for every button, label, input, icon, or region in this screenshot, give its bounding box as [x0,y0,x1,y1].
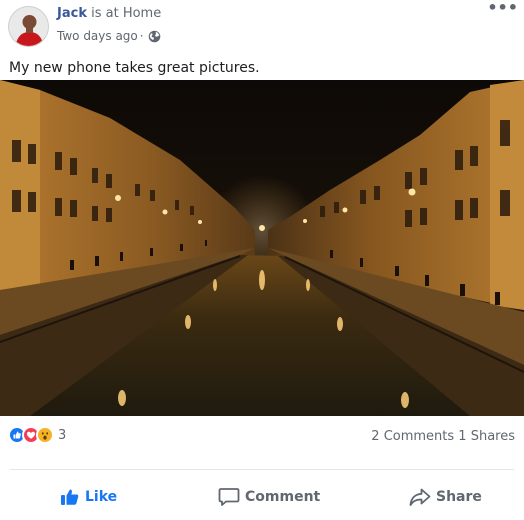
post-header: Jack is at Home Two days ago · ••• [0,0,524,56]
more-options-icon[interactable]: ••• [487,0,518,16]
post-timestamp[interactable]: Two days ago [57,29,138,43]
comment-label: Comment [245,489,321,505]
post-text: My new phone takes great pictures. [9,60,260,76]
avatar[interactable] [8,6,49,47]
share-label: Share [436,489,482,505]
like-label: Like [85,489,118,505]
comments-shares-count[interactable]: 2 Comments 1 Shares [371,429,515,444]
post-meta: Two days ago · [57,29,161,43]
wow-icon [36,426,54,444]
comment-button[interactable]: Comment [218,484,320,510]
actions-divider [10,469,514,470]
post-photo[interactable] [0,80,524,416]
avatar-image [9,7,48,46]
author-line: Jack is at Home [57,6,161,21]
author-name[interactable]: Jack [57,6,87,21]
comment-icon [218,488,240,506]
reaction-count: 3 [58,427,67,443]
thumbs-up-icon [61,489,79,505]
like-button[interactable]: Like [60,484,117,510]
globe-icon[interactable] [148,30,161,43]
reaction-summary[interactable]: 3 [8,426,66,444]
canal-night-photo [0,80,524,416]
share-icon [409,488,431,506]
meta-separator: · [139,29,144,43]
activity-text: is at Home [91,6,162,21]
post-stats: 3 2 Comments 1 Shares [0,424,524,448]
post-actions: Like Comment Share [0,474,524,520]
feed-post: Jack is at Home Two days ago · ••• My ne… [0,0,524,520]
share-button[interactable]: Share [409,484,482,510]
